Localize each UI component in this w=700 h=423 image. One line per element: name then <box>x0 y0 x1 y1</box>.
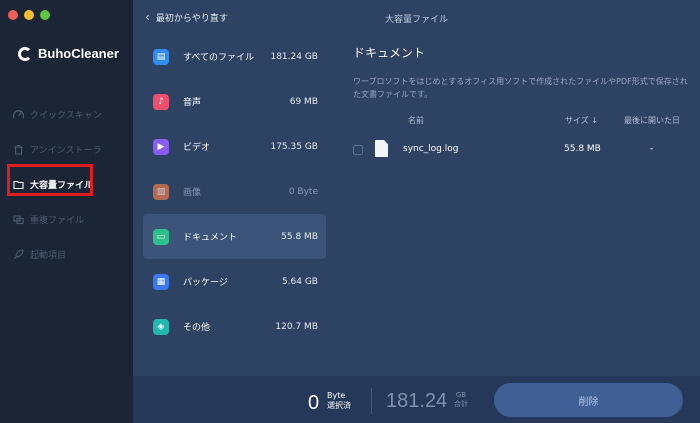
category-size: 181.24 GB <box>270 51 318 62</box>
divider <box>371 388 372 414</box>
category-size: 175.35 GB <box>270 141 318 152</box>
package-icon: ▦ <box>153 273 169 290</box>
category-name: 画像 <box>183 188 202 198</box>
sidebar-item-label: 重複ファイル <box>30 216 85 226</box>
duplicate-icon <box>13 214 24 225</box>
sidebar-item-label: 起動項目 <box>30 251 67 261</box>
main-panel: ‹ 最初からやり直す 大容量ファイル ▤ すべてのファイル 181.24 GB … <box>133 0 700 423</box>
category-name: ドキュメント <box>183 233 238 243</box>
file-name: sync_log.log <box>403 144 459 154</box>
bottom-bar: 0 Byte 選択済 181.24 GB 合計 削除 <box>133 376 700 423</box>
sidebar-item-startup[interactable]: 起動項目 <box>0 237 133 272</box>
detail-title: ドキュメント <box>353 46 426 60</box>
selected-label: 選択済 <box>327 401 351 410</box>
sidebar-item-label: アンインストーラ <box>30 146 102 156</box>
top-bar: ‹ 最初からやり直す 大容量ファイル <box>133 0 700 33</box>
all-files-icon: ▤ <box>153 48 169 65</box>
category-size: 120.7 MB <box>275 321 318 332</box>
category-audio[interactable]: ♪ 音声 69 MB <box>143 79 326 124</box>
app-name: BuhoCleaner <box>38 46 119 61</box>
category-all-files[interactable]: ▤ すべてのファイル 181.24 GB <box>143 34 326 79</box>
sidebar-item-uninstaller[interactable]: アンインストーラ <box>0 132 133 167</box>
file-table-header: 名前 サイズ ↓ 最後に開いた日 <box>353 115 693 127</box>
annotation-highlight <box>7 164 93 196</box>
table-row[interactable]: sync_log.log 55.8 MB - <box>353 138 693 160</box>
sidebar: BuhoCleaner クイックスキャン アンインストーラ 大容量ファイル 重複… <box>0 0 133 423</box>
detail-description: ワープロソフトをはじめとするオフィス用ソフトで作成されたファイルやPDF形式で保… <box>353 77 688 99</box>
quick-scan-icon <box>13 109 24 120</box>
category-packages[interactable]: ▦ パッケージ 5.64 GB <box>143 259 326 304</box>
total-unit: GB <box>455 391 467 399</box>
category-documents[interactable]: ▭ ドキュメント 55.8 MB <box>143 214 326 259</box>
category-name: パッケージ <box>183 278 228 288</box>
video-icon: ▶ <box>153 138 169 155</box>
category-list: ▤ すべてのファイル 181.24 GB ♪ 音声 69 MB ▶ ビデオ 17… <box>143 34 326 349</box>
document-icon: ▭ <box>153 228 169 245</box>
close-window-button[interactable] <box>8 10 18 20</box>
total-size-unit: GB 合計 <box>454 391 468 409</box>
file-icon <box>375 140 388 157</box>
category-size: 0 Byte <box>288 186 318 197</box>
page-title: 大容量ファイル <box>384 15 448 25</box>
category-images[interactable]: ▨ 画像 0 Byte <box>143 169 326 214</box>
audio-icon: ♪ <box>153 93 169 110</box>
category-size: 55.8 MB <box>281 231 318 242</box>
category-name: その他 <box>183 323 211 333</box>
category-name: ビデオ <box>183 143 211 153</box>
window-controls <box>8 10 50 20</box>
column-header-last-opened[interactable]: 最後に開いた日 <box>624 115 680 126</box>
selected-size-value: 0 <box>308 392 320 414</box>
category-other[interactable]: ◈ その他 120.7 MB <box>143 304 326 349</box>
sidebar-item-label: クイックスキャン <box>30 111 102 121</box>
file-last-opened: - <box>650 144 654 154</box>
other-icon: ◈ <box>153 318 169 335</box>
delete-button[interactable]: 削除 <box>494 383 683 417</box>
column-header-size[interactable]: サイズ ↓ <box>565 115 598 126</box>
selected-size-unit: Byte 選択済 <box>327 391 351 411</box>
trash-icon <box>13 144 24 155</box>
zoom-window-button[interactable] <box>40 10 50 20</box>
sidebar-item-duplicates[interactable]: 重複ファイル <box>0 202 133 237</box>
logo-icon <box>18 46 32 61</box>
app-logo: BuhoCleaner <box>18 46 119 61</box>
selected-unit: Byte <box>327 391 346 400</box>
category-size: 69 MB <box>289 96 318 107</box>
file-size: 55.8 MB <box>564 144 601 154</box>
sidebar-item-quick-scan[interactable]: クイックスキャン <box>0 97 133 132</box>
total-label: 合計 <box>454 400 468 408</box>
category-name: 音声 <box>183 98 202 108</box>
category-name: すべてのファイル <box>183 53 255 63</box>
image-icon: ▨ <box>153 183 169 200</box>
column-header-name[interactable]: 名前 <box>408 115 424 126</box>
total-size-value: 181.24 <box>386 390 448 412</box>
file-checkbox[interactable] <box>353 145 363 155</box>
category-video[interactable]: ▶ ビデオ 175.35 GB <box>143 124 326 169</box>
minimize-window-button[interactable] <box>24 10 34 20</box>
category-size: 5.64 GB <box>281 276 318 287</box>
category-detail: ドキュメント ワープロソフトをはじめとするオフィス用ソフトで作成されたファイルや… <box>353 44 693 101</box>
rocket-icon <box>13 249 24 260</box>
